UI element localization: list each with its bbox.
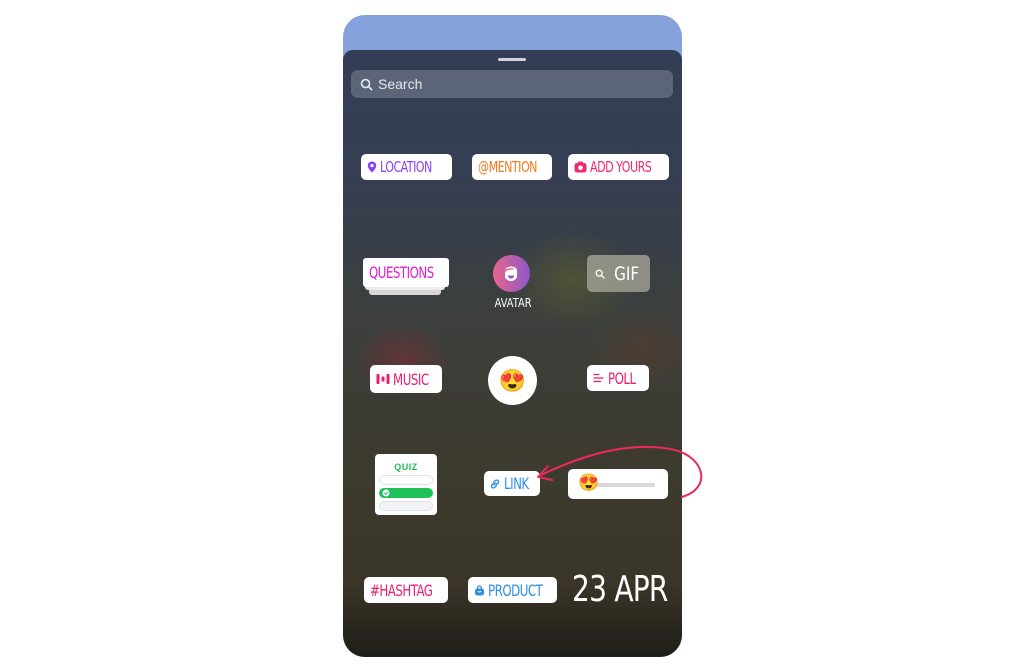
quiz-sticker[interactable]: QUIZ	[375, 454, 437, 515]
slider-emoji-handle: 😍	[578, 473, 600, 492]
questions-label: QUESTIONS	[369, 263, 434, 282]
heart-eyes-emoji: 😍	[498, 367, 527, 393]
avatar-label: AVATAR	[494, 296, 532, 310]
add-yours-sticker[interactable]: ADD YOURS	[568, 154, 669, 180]
link-sticker[interactable]: LINK	[484, 471, 540, 496]
quiz-option	[379, 475, 433, 485]
search-input[interactable]: Search	[351, 70, 673, 98]
avatar-face-icon	[503, 266, 517, 281]
emoji-reaction-sticker[interactable]: 😍	[488, 356, 539, 407]
location-sticker[interactable]: LOCATION	[361, 154, 452, 180]
poll-label: POLL	[608, 368, 636, 388]
date-sticker[interactable]: 23 APR	[572, 569, 668, 610]
add-yours-label: ADD YOURS	[590, 158, 652, 176]
music-bars-icon	[376, 374, 390, 384]
quiz-option-selected	[379, 488, 433, 498]
slider-track	[593, 483, 655, 487]
location-label: LOCATION	[380, 158, 432, 176]
quiz-option	[379, 501, 433, 511]
product-sticker[interactable]: PRODUCT	[468, 577, 557, 603]
camera-icon	[574, 161, 587, 173]
hashtag-sticker[interactable]: #HASHTAG	[364, 577, 448, 603]
sticker-tray-sheet: Search LOCATION @MENTION ADD YOURS QUEST…	[343, 50, 682, 657]
search-icon	[595, 269, 605, 279]
hashtag-label: #HASHTAG	[370, 580, 433, 600]
search-placeholder: Search	[378, 76, 423, 92]
avatar-circle	[492, 255, 530, 292]
shopping-bag-icon	[475, 584, 484, 595]
gif-sticker[interactable]: GIF	[587, 255, 650, 292]
check-icon	[382, 489, 390, 497]
quiz-title: QUIZ	[394, 462, 418, 472]
phone-frame: Search LOCATION @MENTION ADD YOURS QUEST…	[343, 15, 682, 657]
emoji-slider-sticker[interactable]: 😍	[568, 469, 668, 499]
product-label: PRODUCT	[488, 580, 543, 600]
mention-label: @MENTION	[478, 158, 537, 176]
gif-label: GIF	[613, 262, 639, 285]
link-icon	[490, 478, 500, 489]
questions-sticker[interactable]: QUESTIONS	[363, 258, 449, 298]
mention-sticker[interactable]: @MENTION	[472, 154, 552, 180]
link-label: LINK	[504, 474, 529, 493]
questions-card: QUESTIONS	[363, 258, 449, 287]
poll-sticker[interactable]: POLL	[587, 365, 649, 391]
drag-handle[interactable]	[498, 58, 526, 61]
location-pin-icon	[367, 161, 377, 173]
music-label: MUSIC	[393, 369, 429, 389]
search-icon	[360, 78, 373, 90]
avatar-sticker[interactable]: AVATAR	[491, 255, 532, 310]
music-sticker[interactable]: MUSIC	[370, 365, 442, 393]
poll-lines-icon	[593, 373, 604, 383]
